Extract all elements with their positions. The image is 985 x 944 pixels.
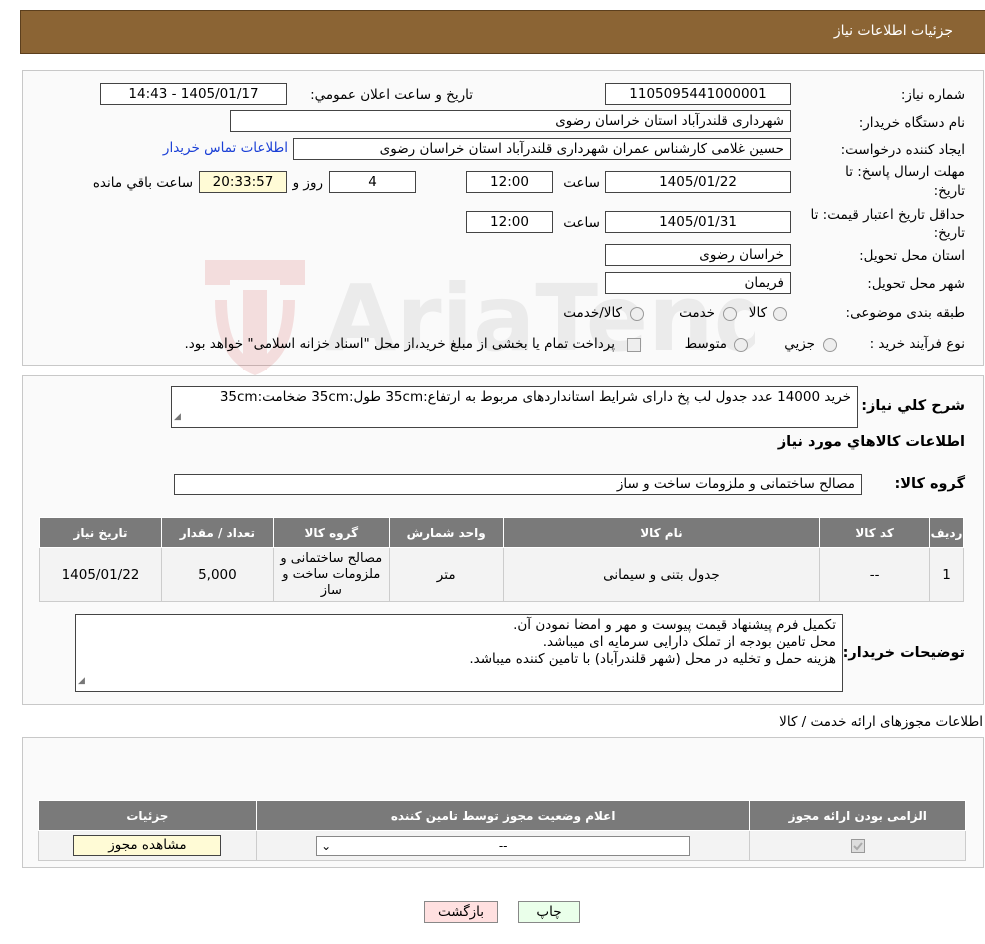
- time-remaining-field: 20:33:57: [199, 171, 287, 193]
- permit-status-select[interactable]: -- ⌄: [316, 835, 691, 856]
- treasury-note: پرداخت تمام يا بخشی از مبلغ خريد،از محل …: [184, 336, 615, 352]
- resize-handle-icon[interactable]: ◢: [174, 409, 181, 426]
- category-label: طبقه بندی موضوعی:: [845, 305, 965, 321]
- description-label: شرح کلي نياز:: [861, 398, 965, 414]
- cell-date: 1405/01/22: [39, 547, 162, 602]
- treasury-checkbox[interactable]: [627, 338, 641, 352]
- col-permit-details: جزئیات: [38, 800, 257, 831]
- goods-group-field: مصالح ساختمانی و ملزومات ساخت و ساز: [174, 474, 862, 495]
- print-button[interactable]: چاپ: [518, 901, 580, 923]
- col-code: کد کالا: [819, 517, 931, 548]
- permits-table: الزامی بودن ارائه مجوز اعلام وضعیت مجوز …: [38, 800, 966, 861]
- view-permit-button[interactable]: مشاهده مجوز: [73, 835, 222, 856]
- process-partial-text: جزيي: [784, 336, 815, 352]
- days-remaining-field: 4: [329, 171, 416, 193]
- deadline-time-label: ساعت: [563, 175, 600, 191]
- category-both-radio[interactable]: [630, 307, 644, 321]
- need-number-field: 1105095441000001: [605, 83, 791, 105]
- process-label: نوع فرآيند خريد :: [869, 336, 965, 352]
- cell-unit: متر: [388, 547, 504, 602]
- permit-status-value: --: [498, 838, 508, 853]
- validity-time-field: 12:00: [466, 211, 553, 233]
- check-icon: [853, 841, 863, 850]
- col-unit: واحد شمارش: [388, 517, 504, 548]
- process-medium-radio[interactable]: [734, 338, 748, 352]
- col-permit-status: اعلام وضعیت مجوز توسط تامین کننده: [255, 800, 751, 831]
- days-label: روز و: [292, 175, 323, 191]
- buyer-note-line: تکمیل فرم پیشنهاد قیمت پیوست و مهر و امض…: [513, 617, 836, 633]
- category-service-radio[interactable]: [723, 307, 737, 321]
- cell-row: 1: [929, 547, 964, 602]
- cell-qty: 5,000: [160, 547, 274, 602]
- buyer-notes-field: تکمیل فرم پیشنهاد قیمت پیوست و مهر و امض…: [75, 614, 843, 692]
- cell-code: --: [819, 547, 931, 602]
- cell-permit-status: -- ⌄: [255, 830, 751, 861]
- validity-label: حداقل تاريخ اعتبار قيمت: تا: [810, 207, 965, 223]
- buyer-notes-label: توضيحات خريدار:: [842, 645, 965, 661]
- buyer-note-line: محل تامین بودجه از تملک دارایی سرمایه ای…: [542, 634, 836, 650]
- cell-permit-required: [749, 830, 966, 861]
- permits-title: اطلاعات مجوزهای ارائه خدمت / کالا: [779, 714, 983, 730]
- page-header: جزئیات اطلاعات نیاز: [20, 10, 985, 54]
- col-qty: تعداد / مقدار: [160, 517, 274, 548]
- province-label: استان محل تحويل:: [859, 248, 965, 264]
- creator-label: ايجاد کننده درخواست:: [840, 142, 965, 158]
- deadline-date-field: 1405/01/22: [605, 171, 791, 193]
- process-medium-text: متوسط: [684, 336, 727, 352]
- buyer-org-label: نام دستگاه خريدار:: [858, 115, 965, 131]
- permits-table-header: الزامی بودن ارائه مجوز اعلام وضعیت مجوز …: [38, 800, 966, 831]
- page-title: جزئیات اطلاعات نیاز: [833, 23, 953, 39]
- col-row: رديف: [929, 517, 964, 548]
- goods-info-title: اطلاعات کالاهاي مورد نياز: [777, 434, 965, 450]
- col-group: گروه کالا: [272, 517, 390, 548]
- col-name: نام کالا: [502, 517, 821, 548]
- resize-handle-icon[interactable]: ◢: [78, 673, 85, 690]
- goods-group-label: گروه کالا:: [894, 476, 965, 492]
- description-field: خرید 14000 عدد جدول لب پخ دارای شرایط اس…: [171, 386, 858, 428]
- chevron-down-icon: ⌄: [321, 838, 332, 853]
- category-goods-text: کالا: [748, 305, 767, 321]
- cell-group: مصالح ساختمانی و ملزومات ساخت و ساز: [272, 547, 390, 602]
- table-row: -- ⌄ مشاهده مجوز: [38, 830, 966, 861]
- city-label: شهر محل تحويل:: [867, 276, 965, 292]
- creator-field: حسین غلامی کارشناس عمران شهرداری قلندرآب…: [293, 138, 791, 160]
- goods-table: رديف کد کالا نام کالا واحد شمارش گروه کا…: [39, 517, 964, 602]
- announce-datetime-field: 1405/01/17 - 14:43: [100, 83, 287, 105]
- process-partial-radio[interactable]: [823, 338, 837, 352]
- cell-permit-details: مشاهده مجوز: [38, 830, 257, 861]
- province-field: خراسان رضوی: [605, 244, 791, 266]
- deadline-time-field: 12:00: [466, 171, 553, 193]
- category-both-text: کالا/خدمت: [563, 305, 622, 321]
- validity-time-label: ساعت: [563, 215, 600, 231]
- validity-date-field: 1405/01/31: [605, 211, 791, 233]
- buyer-org-field: شهرداری قلندرآباد استان خراسان رضوی: [230, 110, 791, 132]
- goods-table-header: رديف کد کالا نام کالا واحد شمارش گروه کا…: [39, 517, 964, 548]
- time-remaining-label: ساعت باقي مانده: [92, 175, 193, 191]
- table-row: 1 -- جدول بتنی و سیمانی متر مصالح ساختما…: [39, 547, 964, 602]
- validity-label-date: تاريخ:: [933, 225, 965, 241]
- need-number-label: شماره نیاز:: [900, 87, 965, 103]
- category-goods-radio[interactable]: [773, 307, 787, 321]
- col-permit-required: الزامی بودن ارائه مجوز: [749, 800, 966, 831]
- category-service-text: خدمت: [679, 305, 715, 321]
- deadline-label: مهلت ارسال پاسخ: تا: [845, 164, 965, 180]
- buyer-contact-link[interactable]: اطلاعات تماس خريدار: [163, 140, 288, 156]
- buyer-note-line: هزینه حمل و تخلیه در محل (شهر قلندرآباد)…: [469, 651, 836, 667]
- col-date: تاريخ نياز: [39, 517, 162, 548]
- permit-required-checkbox: [850, 838, 865, 853]
- city-field: فریمان: [605, 272, 791, 294]
- deadline-label-date: تاريخ:: [933, 183, 965, 199]
- announce-datetime-label: تاريخ و ساعت اعلان عمومي:: [310, 87, 473, 103]
- back-button[interactable]: بازگشت: [424, 901, 498, 923]
- cell-name: جدول بتنی و سیمانی: [502, 547, 821, 602]
- description-text: خرید 14000 عدد جدول لب پخ دارای شرایط اس…: [219, 389, 851, 405]
